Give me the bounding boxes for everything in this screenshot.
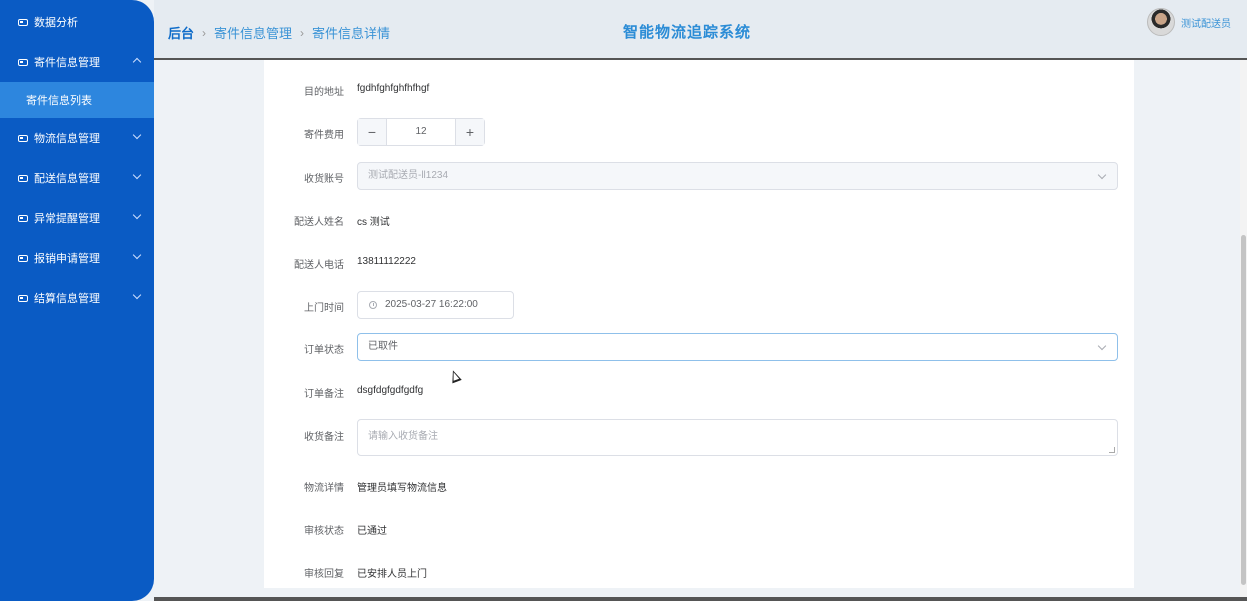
user-menu[interactable]: 测试配送员 (1147, 8, 1231, 36)
field-label: 配送人姓名 (294, 217, 344, 228)
chevron-right-icon: › (202, 25, 207, 40)
menu-card-icon (18, 214, 28, 222)
field-label: 物流详情 (304, 483, 344, 494)
breadcrumb: 后台 › 寄件信息管理 › 寄件信息详情 (168, 23, 390, 42)
order-status-select[interactable]: 已取件 (357, 333, 1118, 361)
field-label: 收货账号 (304, 174, 344, 185)
divider (154, 597, 1247, 601)
clock-icon (369, 301, 377, 309)
sidebar-item-label: 数据分析 (34, 17, 78, 29)
menu-card-icon (18, 294, 28, 302)
sidebar-item-label: 寄件信息管理 (34, 57, 100, 69)
sidebar-item-label: 结算信息管理 (34, 293, 100, 305)
sidebar-item-shipment-management[interactable]: 寄件信息管理 (0, 42, 154, 82)
logistics-detail-value: 管理员填写物流信息 (357, 483, 447, 494)
detail-form: 目的地址 fgdhfghfghfhfhgf 寄件费用 − 12 + 收货账号 测… (264, 60, 1134, 588)
sidebar-item-data-analysis[interactable]: 数据分析 (0, 2, 154, 42)
sidebar: 数据分析 寄件信息管理 寄件信息列表 物流信息管理 配送信息管理 异常提醒管理 … (0, 0, 154, 601)
receiver-account-select: 测试配送员-ll1234 (357, 162, 1118, 190)
sidebar-subitem-shipment-list[interactable]: 寄件信息列表 (0, 82, 154, 118)
chevron-down-icon (1097, 170, 1107, 180)
field-label: 寄件费用 (304, 130, 344, 141)
destination-value: fgdhfghfghfhfhgf (357, 83, 430, 94)
sidebar-item-label: 异常提醒管理 (34, 213, 100, 225)
pickup-time-value: 2025-03-27 16:22:00 (385, 299, 478, 310)
breadcrumb-home[interactable]: 后台 (168, 23, 194, 42)
chevron-down-icon (132, 170, 142, 180)
sidebar-subitem-label: 寄件信息列表 (26, 95, 92, 107)
order-status-value: 已取件 (368, 341, 398, 352)
menu-card-icon (18, 18, 28, 26)
sidebar-item-delivery-management[interactable]: 配送信息管理 (0, 158, 154, 198)
field-label: 收货备注 (304, 432, 344, 443)
review-status-value: 已通过 (357, 526, 387, 537)
receipt-note-placeholder: 请输入收货备注 (368, 431, 438, 442)
courier-phone-value: 13811112222 (357, 256, 416, 267)
courier-name-value: cs 测试 (357, 217, 390, 228)
order-note-value: dsgfdgfgdfgdfg (357, 385, 424, 396)
field-label: 配送人电话 (294, 260, 344, 271)
field-label: 目的地址 (304, 87, 344, 98)
chevron-down-icon (132, 130, 142, 140)
top-header: 后台 › 寄件信息管理 › 寄件信息详情 智能物流追踪系统 测试配送员 (154, 0, 1247, 60)
chevron-down-icon (132, 210, 142, 220)
scrollbar[interactable] (1240, 60, 1247, 601)
page-title: 智能物流追踪系统 (623, 24, 752, 41)
breadcrumb-shipment-management[interactable]: 寄件信息管理 (214, 23, 292, 42)
sidebar-item-label: 报销申请管理 (34, 253, 100, 265)
chevron-down-icon (132, 250, 142, 260)
menu-card-icon (18, 134, 28, 142)
sidebar-item-reimbursement[interactable]: 报销申请管理 (0, 238, 154, 278)
chevron-up-icon (132, 57, 142, 67)
breadcrumb-current: 寄件信息详情 (312, 26, 391, 41)
resize-handle-icon[interactable] (1109, 447, 1115, 453)
fee-input[interactable]: 12 (387, 119, 455, 145)
sidebar-item-settlement[interactable]: 结算信息管理 (0, 278, 154, 318)
decrement-button[interactable]: − (358, 119, 387, 145)
app-window: 数据分析 寄件信息管理 寄件信息列表 物流信息管理 配送信息管理 异常提醒管理 … (0, 0, 1247, 601)
receiver-account-value: 测试配送员-ll1234 (368, 170, 449, 181)
sidebar-item-logistics-management[interactable]: 物流信息管理 (0, 118, 154, 158)
menu-card-icon (18, 58, 28, 66)
menu-card-icon (18, 174, 28, 182)
chevron-right-icon: › (300, 25, 305, 40)
main-content: 目的地址 fgdhfghfghfhfhgf 寄件费用 − 12 + 收货账号 测… (154, 60, 1247, 601)
field-label: 订单状态 (304, 345, 344, 356)
avatar[interactable] (1147, 8, 1175, 36)
username[interactable]: 测试配送员 (1181, 15, 1231, 30)
sidebar-item-exception-alerts[interactable]: 异常提醒管理 (0, 198, 154, 238)
field-label: 审核状态 (304, 526, 344, 537)
chevron-down-icon (1097, 341, 1107, 351)
sidebar-item-label: 物流信息管理 (34, 133, 100, 145)
field-label: 订单备注 (304, 389, 344, 400)
scrollbar-thumb[interactable] (1241, 235, 1246, 585)
increment-button[interactable]: + (455, 119, 484, 145)
fee-stepper[interactable]: − 12 + (357, 118, 485, 146)
field-label: 上门时间 (304, 303, 344, 314)
field-label: 审核回复 (304, 569, 344, 580)
receipt-note-textarea[interactable]: 请输入收货备注 (357, 419, 1118, 456)
pickup-time-picker[interactable]: 2025-03-27 16:22:00 (357, 291, 514, 319)
review-reply-value: 已安排人员上门 (357, 569, 427, 580)
chevron-down-icon (132, 290, 142, 300)
menu-card-icon (18, 254, 28, 262)
sidebar-item-label: 配送信息管理 (34, 173, 100, 185)
